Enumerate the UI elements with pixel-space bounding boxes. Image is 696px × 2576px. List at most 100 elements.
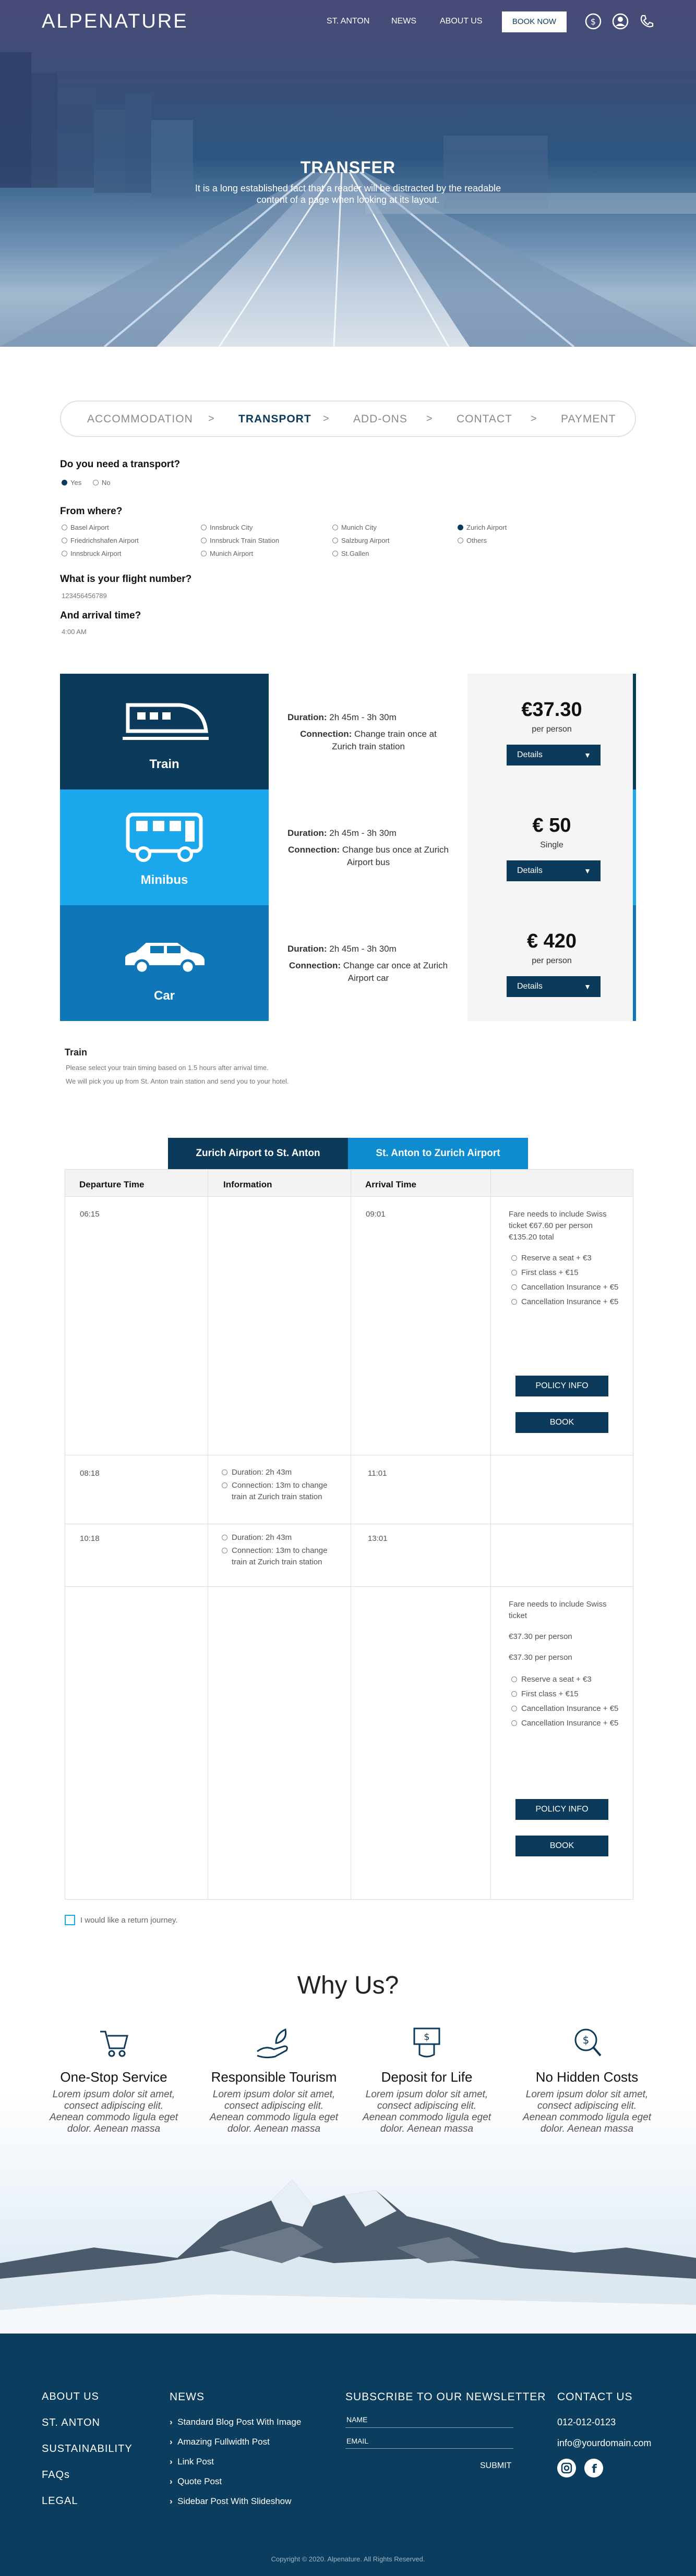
nav-link-st-anton[interactable]: ST. ANTON <box>327 17 369 26</box>
col-arrival: Arrival Time <box>365 1180 416 1189</box>
radio-others[interactable]: Others <box>458 537 487 544</box>
car-label: Car <box>153 989 175 1003</box>
why-us-title: Why Us? <box>297 1972 399 1999</box>
site-logo[interactable]: ALPENATURE <box>42 10 188 33</box>
footer-link-faqs[interactable]: FAQs <box>42 2469 70 2481</box>
extra-option[interactable]: Cancellation Insurance + €5 <box>511 1297 618 1306</box>
radio-st-gallen[interactable]: St.Gallen <box>332 550 369 557</box>
radio-no[interactable]: No <box>93 479 111 487</box>
tab-st-anton-to-zurich[interactable]: St. Anton to Zurich Airport <box>348 1138 528 1169</box>
step-add-ons[interactable]: ADD-ONS <box>353 413 407 426</box>
from-question: From where? <box>60 506 123 517</box>
book-button[interactable]: BOOK <box>515 1836 608 1856</box>
chevron-right-icon: › <box>170 2457 178 2466</box>
step-payment[interactable]: PAYMENT <box>561 413 616 426</box>
footer-link-legal[interactable]: LEGAL <box>42 2495 78 2507</box>
newsletter-email-input[interactable]: EMAIL <box>346 2437 368 2445</box>
money-icon: $ <box>413 2027 440 2058</box>
minibus-label: Minibus <box>140 873 188 887</box>
footer-link-sustainability[interactable]: SUSTAINABILITY <box>42 2443 133 2455</box>
nav-link-about-us[interactable]: ABOUT US <box>440 17 483 26</box>
radio-salzburg-airport[interactable]: Salzburg Airport <box>332 537 390 544</box>
arrival-time-field[interactable]: 4:00 AM <box>62 628 87 636</box>
footer-link-st-anton[interactable]: ST. ANTON <box>42 2417 100 2429</box>
extra-option[interactable]: Cancellation Insurance + €5 <box>511 1283 618 1292</box>
news-link[interactable]: › Quote Post <box>170 2476 222 2487</box>
news-link[interactable]: › Standard Blog Post With Image <box>170 2417 301 2427</box>
radio-munich-airport[interactable]: Munich Airport <box>201 550 253 557</box>
svg-text:f: f <box>592 2463 597 2476</box>
radio-zurich-airport[interactable]: Zurich Airport <box>458 524 507 531</box>
contact-phone[interactable]: 012-012-0123 <box>557 2417 616 2428</box>
submit-button[interactable]: SUBMIT <box>480 2461 511 2471</box>
contact-email[interactable]: info@yourdomain.com <box>557 2438 651 2449</box>
row2-arrival: 11:01 <box>368 1469 387 1478</box>
radio-basel-airport[interactable]: Basel Airport <box>62 524 109 531</box>
extra-option[interactable]: First class + €15 <box>511 1268 579 1277</box>
feature-title: Responsible Tourism <box>211 2069 337 2085</box>
step-transport[interactable]: TRANSPORT <box>238 413 311 426</box>
nav-link-news[interactable]: NEWS <box>391 17 416 26</box>
radio-innsbruck-city[interactable]: Innsbruck City <box>201 524 253 531</box>
newsletter-name-input[interactable]: NAME <box>346 2415 367 2424</box>
feature-title: One-Stop Service <box>60 2069 167 2085</box>
contact-heading: CONTACT US <box>557 2391 633 2403</box>
step-contact[interactable]: CONTACT <box>457 413 512 426</box>
book-button[interactable]: BOOK <box>515 1412 608 1433</box>
news-link[interactable]: › Link Post <box>170 2457 214 2467</box>
train-option[interactable]: Train <box>60 674 269 789</box>
svg-text:$: $ <box>424 2032 429 2043</box>
cart-icon <box>100 2031 128 2057</box>
minibus-details-button[interactable]: Details ▼ <box>507 860 601 881</box>
news-link[interactable]: › Sidebar Post With Slideshow <box>170 2496 291 2507</box>
fare-note: Fare needs to include Swiss ticket €67.6… <box>509 1210 607 1230</box>
col-information: Information <box>223 1180 272 1189</box>
row3-arrival: 13:01 <box>368 1534 388 1543</box>
radio-innsbruck-train-station[interactable]: Innsbruck Train Station <box>201 537 279 544</box>
row3-duration: Duration: 2h 43m <box>222 1533 292 1542</box>
newsletter-heading: SUBSCRIBE TO OUR NEWSLETTER <box>345 2391 546 2403</box>
page-subtitle: It is a long established fact that a rea… <box>195 183 501 205</box>
feature-title: No Hidden Costs <box>535 2069 639 2085</box>
step-accommodation[interactable]: ACCOMMODATION <box>87 413 193 426</box>
radio-friedrichshafen-airport[interactable]: Friedrichshafen Airport <box>62 537 139 544</box>
timetable <box>65 1169 633 1900</box>
phone-icon[interactable] <box>638 13 655 30</box>
feature-description: Lorem ipsum dolor sit amet, consect adip… <box>362 2089 491 2134</box>
instagram-icon[interactable] <box>557 2459 576 2477</box>
car-option[interactable]: Car <box>60 905 269 1021</box>
extra-option[interactable]: First class + €15 <box>511 1690 579 1698</box>
user-icon[interactable] <box>611 13 629 30</box>
extra-option[interactable]: Cancellation Insurance + €5 <box>511 1704 618 1713</box>
book-now-button[interactable]: BOOK NOW <box>502 11 567 32</box>
fare-note: Fare needs to include Swiss ticket <box>509 1600 607 1620</box>
news-link[interactable]: › Amazing Fullwidth Post <box>170 2437 270 2447</box>
minibus-option[interactable]: Minibus <box>60 789 269 905</box>
train-label: Train <box>149 757 179 771</box>
policy-info-button[interactable]: POLICY INFO <box>515 1376 608 1396</box>
car-details-button[interactable]: Details ▼ <box>507 976 601 997</box>
svg-text:$: $ <box>591 17 596 27</box>
radio-innsbruck-airport[interactable]: Innsbruck Airport <box>62 550 122 557</box>
extra-option[interactable]: Reserve a seat + €3 <box>511 1675 592 1684</box>
footer-link-about[interactable]: ABOUT US <box>42 2391 99 2403</box>
minibus-icon <box>126 812 203 862</box>
facebook-icon[interactable]: f <box>584 2459 603 2477</box>
currency-icon[interactable]: $ <box>584 13 602 30</box>
flight-number-field[interactable]: 123456456789 <box>62 592 107 600</box>
radio-munich-city[interactable]: Munich City <box>332 524 377 531</box>
extra-option[interactable]: Cancellation Insurance + €5 <box>511 1719 618 1728</box>
flight-question: What is your flight number? <box>60 574 192 585</box>
tab-zurich-to-st-anton[interactable]: Zurich Airport to St. Anton <box>168 1138 348 1169</box>
row3-departure: 10:18 <box>80 1534 100 1543</box>
col-departure: Departure Time <box>79 1180 145 1189</box>
news-heading: NEWS <box>170 2391 205 2403</box>
return-checkbox[interactable] <box>65 1915 75 1925</box>
chevron-right-icon: › <box>170 2437 178 2447</box>
radio-yes[interactable]: Yes <box>62 479 81 487</box>
train-details-button[interactable]: Details ▼ <box>507 745 601 765</box>
car-price-unit: per person <box>532 956 572 965</box>
extra-option[interactable]: Reserve a seat + €3 <box>511 1254 592 1262</box>
policy-info-button[interactable]: POLICY INFO <box>515 1799 608 1820</box>
fare-price: €37.30 per person <box>509 1632 572 1641</box>
